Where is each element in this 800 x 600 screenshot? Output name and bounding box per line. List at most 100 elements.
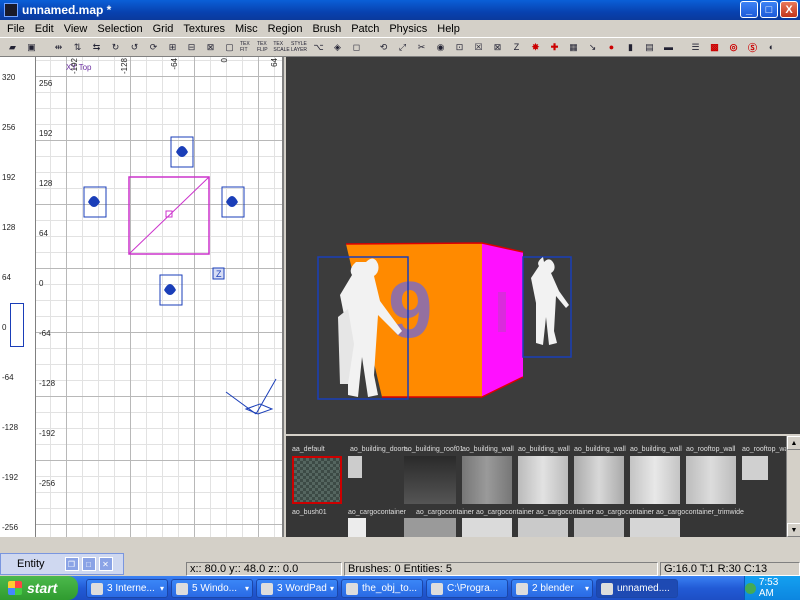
texture-thumb[interactable] [630,456,680,504]
camera-icon[interactable]: ◉ [432,39,449,55]
entity-marker[interactable]: Z [212,267,225,280]
taskbar-item[interactable]: C:\Progra... [426,579,508,598]
scale-icon[interactable]: ⤢ [394,39,411,55]
texture-thumb-selected[interactable] [292,456,342,504]
clipper-icon[interactable]: ✂ [413,39,430,55]
menu-view[interactable]: View [59,23,93,35]
patch-cap-icon[interactable]: ▤ [641,39,658,55]
style-layer-icon[interactable]: STYLE LAYER [291,39,308,55]
select-complete-tall-icon[interactable]: ⊞ [164,39,181,55]
menu-textures[interactable]: Textures [178,23,230,35]
menu-physics[interactable]: Physics [384,23,432,35]
close-button[interactable]: X [780,1,798,18]
player-model-right[interactable] [522,256,572,358]
camera-view-3d[interactable]: 9 [286,57,800,434]
csg-merge-icon[interactable]: ◈ [329,39,346,55]
cubic-clip-icon[interactable]: Z [508,39,525,55]
open-icon[interactable]: ▰ [4,39,21,55]
tex-scale-icon[interactable]: TEX SCALE [273,39,289,55]
tex-flip-icon[interactable]: TEX FLIP [257,39,272,55]
menu-patch[interactable]: Patch [346,23,384,35]
taskbar-item[interactable]: the_obj_to... [341,579,423,598]
player-entity-south[interactable] [159,274,183,306]
select-touching-icon[interactable]: ⊟ [183,39,200,55]
texture-thumb[interactable] [686,456,736,504]
grid-view-canvas: Z [83,136,277,415]
texture-thumb[interactable] [518,518,568,537]
light-icon[interactable]: ✸ [527,39,544,55]
tray-network-icon[interactable] [745,582,756,594]
tex-fit-icon[interactable]: TEX FIT [240,39,255,55]
rotate-y-icon[interactable]: ↺ [126,39,143,55]
texture-browser[interactable]: aa_default ao_building_doort... ao_build… [286,436,800,537]
texture-lock-icon[interactable]: ⊠ [489,39,506,55]
texture-thumb[interactable] [404,518,456,537]
player-entity-east[interactable] [221,186,245,218]
taskbar-item[interactable]: 3 Interne... ▾ [86,579,168,598]
menu-file[interactable]: File [2,23,30,35]
menu-selection[interactable]: Selection [92,23,147,35]
texture-thumb[interactable] [630,518,680,537]
csg-subtract-icon[interactable]: ⌥ [310,39,327,55]
taskbar-item-active[interactable]: unnamed.... [596,579,678,598]
menu-region[interactable]: Region [263,23,308,35]
texture-thumb[interactable] [404,456,456,504]
grid-snap-icon[interactable]: ▬ [660,39,677,55]
patch-icon[interactable]: ▦ [565,39,582,55]
select-partial-tall-icon[interactable]: ⊠ [202,39,219,55]
camera-canvas: 9 [317,242,572,400]
texture-thumb[interactable] [348,518,366,537]
brush-2d[interactable] [128,176,210,255]
patch-bend-icon[interactable]: ↘ [584,39,601,55]
texture-thumb[interactable] [518,456,568,504]
texture-thumb[interactable] [462,518,512,537]
taskbar-item[interactable]: 3 WordPad ▾ [256,579,338,598]
texture-thumb[interactable] [462,456,512,504]
patch-insert-icon[interactable]: ● [603,39,620,55]
grid-view-2d[interactable]: XY Top 256 192 128 64 0 -64 -128 -192 -2… [36,57,284,537]
toggle-icon[interactable]: ◐ [763,39,780,55]
camera-icon[interactable] [225,378,277,415]
minimize-button[interactable]: _ [740,1,758,18]
menu-edit[interactable]: Edit [30,23,59,35]
flip-y-icon[interactable]: ⇅ [69,39,86,55]
rotate-x-icon[interactable]: ↻ [107,39,124,55]
scroll-up-arrow-icon[interactable]: ▲ [787,436,800,450]
texture-thumb[interactable] [348,456,362,478]
hollow-icon[interactable]: ◻ [348,39,365,55]
start-button[interactable]: start [0,576,78,600]
player-entity-west[interactable] [83,186,107,218]
entity-list-icon[interactable]: ☰ [687,39,704,55]
menu-grid[interactable]: Grid [148,23,179,35]
z-view-player-marker[interactable] [10,303,24,347]
texture-thumb[interactable] [742,456,768,480]
maximize-button[interactable]: □ [760,1,778,18]
flip-x-icon[interactable]: ⇹ [50,39,67,55]
cull-icon[interactable]: ✚ [546,39,563,55]
menu-help[interactable]: Help [432,23,465,35]
wordpad-icon [261,582,273,595]
scroll-down-arrow-icon[interactable]: ▼ [787,523,800,537]
taskbar-item[interactable]: 5 Windo... ▾ [171,579,253,598]
player-entity-north[interactable] [170,136,194,168]
rotate-z-icon[interactable]: ⟳ [145,39,162,55]
texture-scrollbar[interactable]: ▲ ▼ [786,436,800,537]
menu-misc[interactable]: Misc [230,23,263,35]
taskbar-item[interactable]: 2 blender ▾ [511,579,593,598]
menu-brush[interactable]: Brush [307,23,346,35]
texture-name: ao_building_roof01 [404,446,464,453]
script-icon[interactable]: Ⓢ [744,39,761,55]
patch-delete-icon[interactable]: ▮ [622,39,639,55]
show-entities-icon[interactable]: ☒ [470,39,487,55]
select-inside-icon[interactable]: ▢ [221,39,238,55]
flip-z-icon[interactable]: ⇆ [88,39,105,55]
change-views-icon[interactable]: ⊡ [451,39,468,55]
texture-rotate-icon[interactable]: ⟲ [375,39,392,55]
texture-thumb[interactable] [574,518,624,537]
windows-flag-icon [8,581,22,595]
texture-thumb[interactable] [574,456,624,504]
texture-browser-icon[interactable]: ▩ [706,39,723,55]
save-icon[interactable]: ▣ [23,39,40,55]
toolbar-separator [367,39,373,55]
shader-icon[interactable]: ◎ [725,39,742,55]
